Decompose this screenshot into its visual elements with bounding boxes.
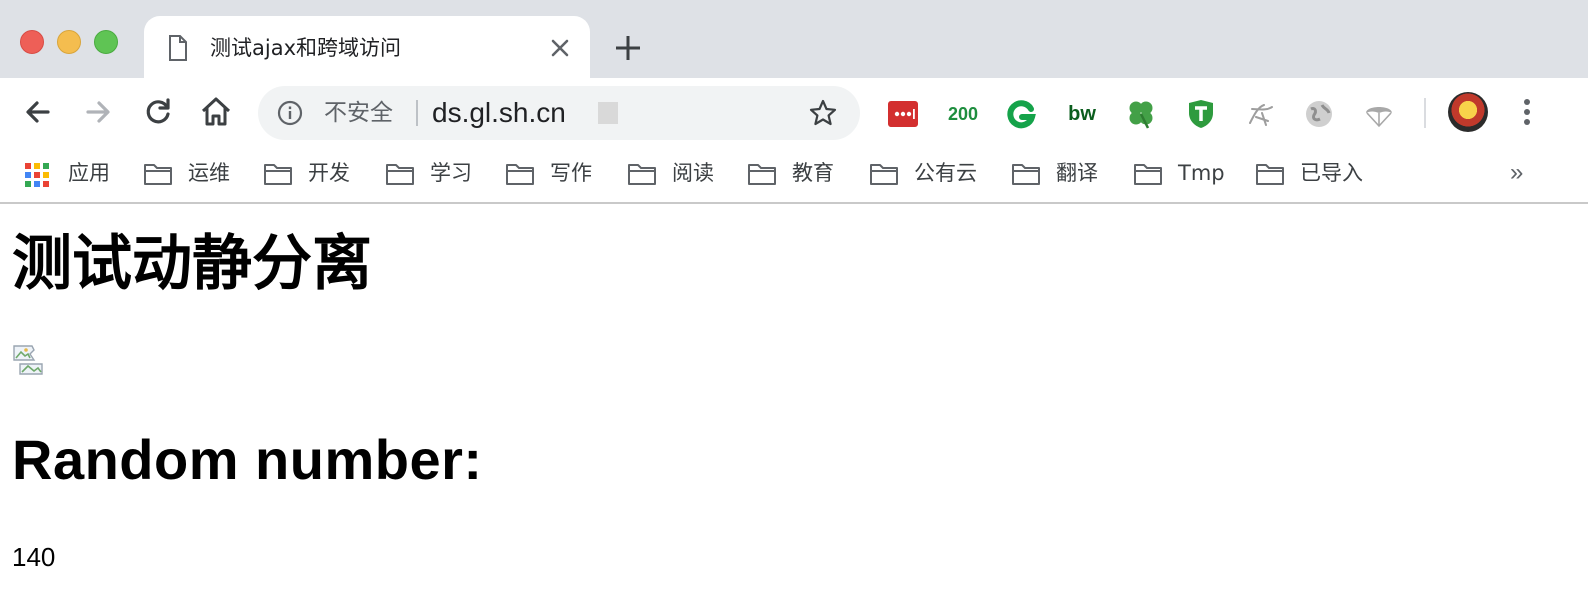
window-maximize-button[interactable] (94, 30, 118, 54)
forward-button[interactable] (80, 94, 116, 130)
random-number-heading: Random number: (12, 428, 483, 491)
folder-icon (1256, 164, 1284, 185)
tab-title: 测试ajax和跨域访问 (210, 36, 401, 60)
random-number-value: 140 (12, 542, 56, 572)
bookmark-folder-tmp[interactable]: Tmp (1134, 158, 1234, 192)
bookmark-star-icon[interactable] (808, 98, 838, 128)
reload-button[interactable] (140, 94, 176, 130)
page-title: 测试动静分离 (12, 229, 372, 299)
security-status-label: 不安全 (324, 100, 393, 126)
broken-image-icon (13, 345, 43, 375)
folder-icon (870, 164, 898, 185)
bookmark-folder-label: 公有云 (914, 161, 977, 185)
folder-icon (1134, 164, 1162, 185)
window-minimize-button[interactable] (57, 30, 81, 54)
bookmark-folder-xuexi[interactable]: 学习 (386, 158, 486, 192)
folder-icon (628, 164, 656, 185)
close-tab-icon[interactable] (546, 34, 574, 62)
browser-toolbar: 不安全 ds.gl.sh.cn 200 bw (0, 78, 1588, 148)
sketch-extension-icon[interactable] (1244, 97, 1278, 131)
bookmark-apps-label[interactable]: 应用 (68, 158, 110, 188)
bookmark-folder-label: 阅读 (672, 161, 714, 185)
page-icon (169, 35, 187, 61)
bookmark-folder-imported[interactable]: 已导入 (1256, 158, 1378, 192)
globe-extension-icon[interactable] (1302, 97, 1336, 131)
bookmark-folder-yunwei[interactable]: 运维 (144, 158, 244, 192)
info-icon[interactable] (276, 99, 304, 127)
browser-tab[interactable]: 测试ajax和跨域访问 (144, 16, 590, 80)
url-separator (416, 100, 418, 126)
shield-extension-icon[interactable] (1184, 97, 1218, 131)
back-button[interactable] (20, 94, 56, 130)
window-close-button[interactable] (20, 30, 44, 54)
folder-icon (264, 164, 292, 185)
folder-icon (144, 164, 172, 185)
folder-icon (748, 164, 776, 185)
bookmark-folder-label: 已导入 (1300, 161, 1363, 185)
grammarly-extension-icon[interactable] (1004, 97, 1038, 131)
clover-extension-icon[interactable] (1124, 97, 1158, 131)
bookmark-folder-label: 教育 (792, 161, 834, 185)
bookmark-folder-label: 学习 (430, 161, 472, 185)
folder-icon (506, 164, 534, 185)
apps-grid-icon[interactable] (24, 162, 50, 188)
url-text[interactable]: ds.gl.sh.cn (432, 95, 566, 131)
bw-extension-icon[interactable]: bw (1064, 97, 1100, 131)
status-200-extension-icon[interactable]: 200 (944, 97, 982, 131)
page-content: 测试动静分离 Random number: 140 (0, 206, 1588, 602)
profile-avatar[interactable] (1448, 92, 1488, 132)
bookmark-folder-label: 翻译 (1056, 161, 1098, 185)
bookmark-folder-fanyi[interactable]: 翻译 (1012, 158, 1112, 192)
bookmark-folder-label: Tmp (1178, 161, 1225, 185)
toolbar-divider (1424, 98, 1426, 128)
bookmark-folder-kaifa[interactable]: 开发 (264, 158, 364, 192)
folder-icon (1012, 164, 1040, 185)
bookmark-folder-gongyouyun[interactable]: 公有云 (870, 158, 992, 192)
title-bar: 测试ajax和跨域访问 (0, 0, 1588, 80)
bookmark-folder-label: 写作 (550, 161, 592, 185)
bookmark-folder-jiaoyu[interactable]: 教育 (748, 158, 848, 192)
bookmark-folder-label: 开发 (308, 161, 350, 185)
bookmark-folder-yuedu[interactable]: 阅读 (628, 158, 728, 192)
url-redaction (598, 102, 618, 124)
address-bar[interactable]: 不安全 ds.gl.sh.cn (258, 86, 860, 140)
bookmark-folder-xiezuo[interactable]: 写作 (506, 158, 606, 192)
folder-icon (386, 164, 414, 185)
lastpass-extension-icon[interactable] (886, 97, 920, 131)
new-tab-icon[interactable] (612, 32, 644, 64)
home-button[interactable] (198, 94, 234, 130)
parachute-extension-icon[interactable] (1362, 97, 1396, 131)
bookmark-folder-label: 运维 (188, 161, 230, 185)
bookmarks-overflow-button[interactable]: » (1510, 158, 1523, 188)
more-menu-icon[interactable] (1512, 94, 1542, 130)
bookmarks-bar: 应用 运维 开发 学习 写作 阅读 教育 公有云 翻译 Tmp 已导入 » (0, 148, 1588, 204)
